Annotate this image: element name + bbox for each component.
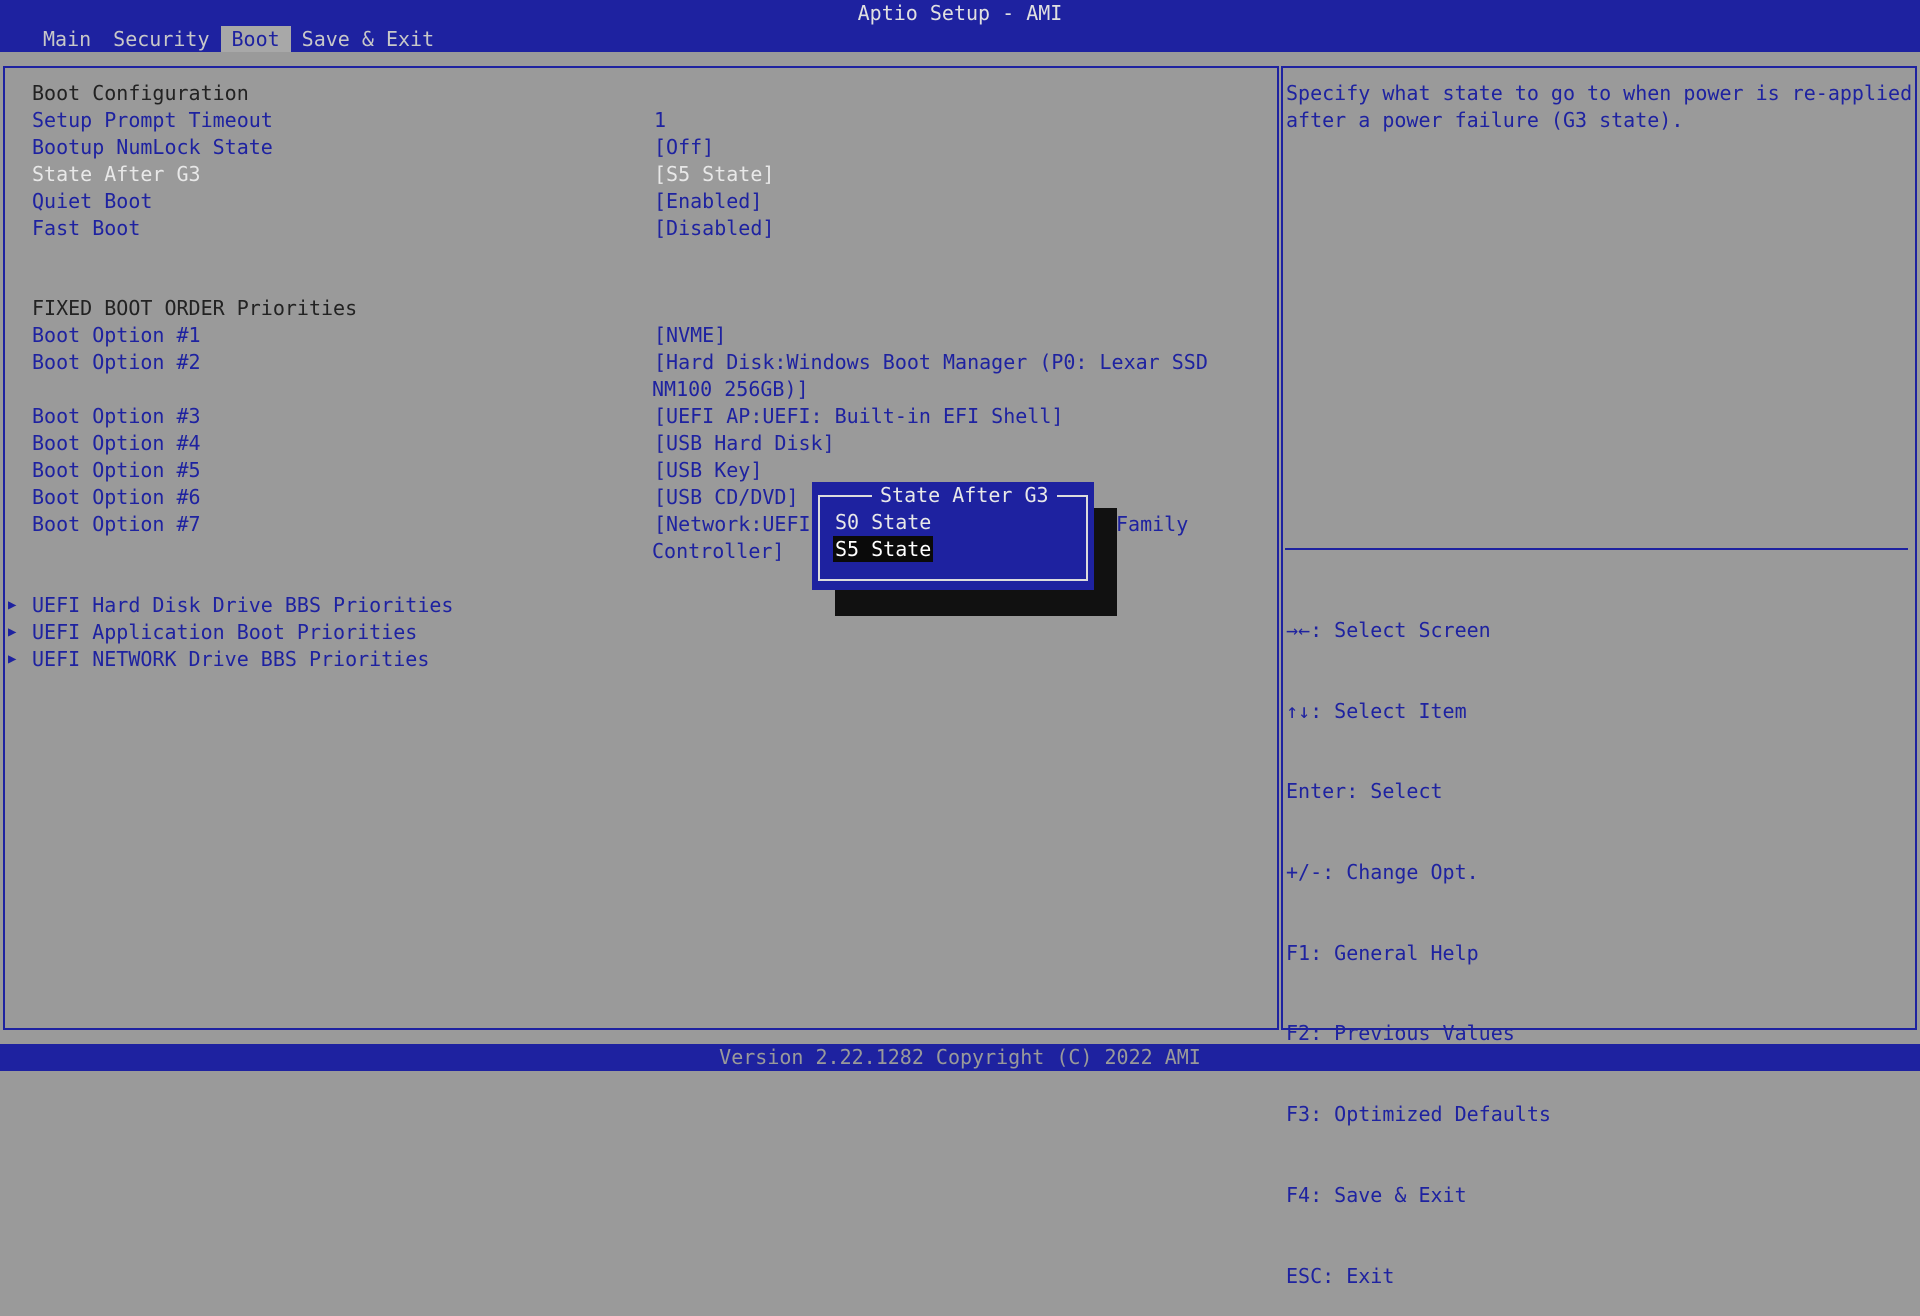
- setting-boot-option-3[interactable]: Boot Option #3: [32, 403, 201, 430]
- state-after-g3-popup: State After G3 S0 State S5 State: [812, 482, 1094, 590]
- value-boot-option-5[interactable]: [USB Key]: [654, 457, 762, 484]
- value-boot-option-1[interactable]: [NVME]: [654, 322, 726, 349]
- tab-save-exit[interactable]: Save & Exit: [291, 26, 445, 52]
- value-boot-option-4[interactable]: [USB Hard Disk]: [654, 430, 835, 457]
- key-select-screen: →←: Select Screen: [1286, 617, 1491, 642]
- key-save-exit: F4: Save & Exit: [1286, 1182, 1467, 1207]
- setting-quiet-boot[interactable]: Quiet Boot: [32, 188, 152, 215]
- submenu-uefi-application-boot[interactable]: UEFI Application Boot Priorities: [32, 619, 417, 646]
- value-boot-option-7[interactable]: [Network:UEFI:: [654, 511, 823, 538]
- key-change-option: +/-: Change Opt.: [1286, 859, 1479, 884]
- setting-boot-option-1[interactable]: Boot Option #1: [32, 322, 201, 349]
- submenu-arrow-icon: ▶: [8, 651, 17, 667]
- setting-fast-boot[interactable]: Fast Boot: [32, 215, 140, 242]
- section-title-fixed-boot-order: FIXED BOOT ORDER Priorities: [32, 296, 358, 320]
- popup-option-s5-state[interactable]: S5 State: [833, 536, 934, 562]
- help-divider: [1285, 548, 1908, 550]
- popup-title: State After G3: [872, 482, 1057, 508]
- setting-state-after-g3[interactable]: State After G3: [32, 161, 201, 188]
- value-fast-boot[interactable]: [Disabled]: [654, 215, 774, 242]
- key-optimized-defaults: F3: Optimized Defaults: [1286, 1102, 1551, 1127]
- value-boot-option-2[interactable]: [Hard Disk:Windows Boot Manager (P0: Lex…: [654, 349, 1208, 376]
- value-quiet-boot[interactable]: [Enabled]: [654, 188, 762, 215]
- value-state-after-g3[interactable]: [S5 State]: [654, 161, 774, 188]
- setting-boot-option-4[interactable]: Boot Option #4: [32, 430, 201, 457]
- key-select-item: ↑↓: Select Item: [1286, 698, 1467, 723]
- tab-security[interactable]: Security: [102, 26, 220, 52]
- help-line-1: Specify what state to go to when power i…: [1286, 81, 1913, 105]
- setting-boot-option-6[interactable]: Boot Option #6: [32, 484, 201, 511]
- setting-boot-option-7[interactable]: Boot Option #7: [32, 511, 201, 538]
- value-boot-option-7-tail: Family: [1116, 512, 1189, 536]
- submenu-uefi-hard-disk-bbs[interactable]: UEFI Hard Disk Drive BBS Priorities: [32, 592, 453, 619]
- setting-boot-option-5[interactable]: Boot Option #5: [32, 457, 201, 484]
- value-setup-prompt-timeout[interactable]: 1: [654, 107, 666, 134]
- key-enter-select: Enter: Select: [1286, 779, 1443, 804]
- key-legend: →←: Select Screen ↑↓: Select Item Enter:…: [1286, 563, 1551, 1316]
- value-boot-option-7-continued: Controller]: [652, 539, 785, 563]
- submenu-arrow-icon: ▶: [8, 624, 17, 640]
- tab-main[interactable]: Main: [32, 26, 102, 52]
- help-line-2: after a power failure (G3 state).: [1286, 107, 1684, 132]
- value-boot-option-6[interactable]: [USB CD/DVD]: [654, 484, 799, 511]
- value-bootup-numlock-state[interactable]: [Off]: [654, 134, 714, 161]
- submenu-arrow-icon: ▶: [8, 597, 17, 613]
- top-bar: Aptio Setup - AMI Main Security Boot Sav…: [0, 0, 1920, 52]
- submenu-uefi-network-bbs[interactable]: UEFI NETWORK Drive BBS Priorities: [32, 646, 429, 673]
- popup-option-s0-state[interactable]: S0 State: [833, 509, 933, 535]
- help-description: Specify what state to go to when power i…: [1286, 80, 1912, 134]
- setting-setup-prompt-timeout[interactable]: Setup Prompt Timeout: [32, 107, 273, 134]
- key-esc-exit: ESC: Exit: [1286, 1263, 1395, 1288]
- value-boot-option-2-continued: NM100 256GB)]: [652, 377, 809, 401]
- setting-bootup-numlock-state[interactable]: Bootup NumLock State: [32, 134, 273, 161]
- setting-boot-option-2[interactable]: Boot Option #2: [32, 349, 201, 376]
- value-boot-option-3[interactable]: [UEFI AP:UEFI: Built-in EFI Shell]: [654, 403, 1063, 430]
- section-title-boot-configuration: Boot Configuration: [32, 81, 249, 105]
- tab-boot[interactable]: Boot: [220, 26, 291, 52]
- key-general-help: F1: General Help: [1286, 940, 1479, 965]
- tab-bar: Main Security Boot Save & Exit: [32, 26, 445, 52]
- footer-version: Version 2.22.1282 Copyright (C) 2022 AMI: [0, 1044, 1920, 1071]
- app-title: Aptio Setup - AMI: [857, 1, 1063, 25]
